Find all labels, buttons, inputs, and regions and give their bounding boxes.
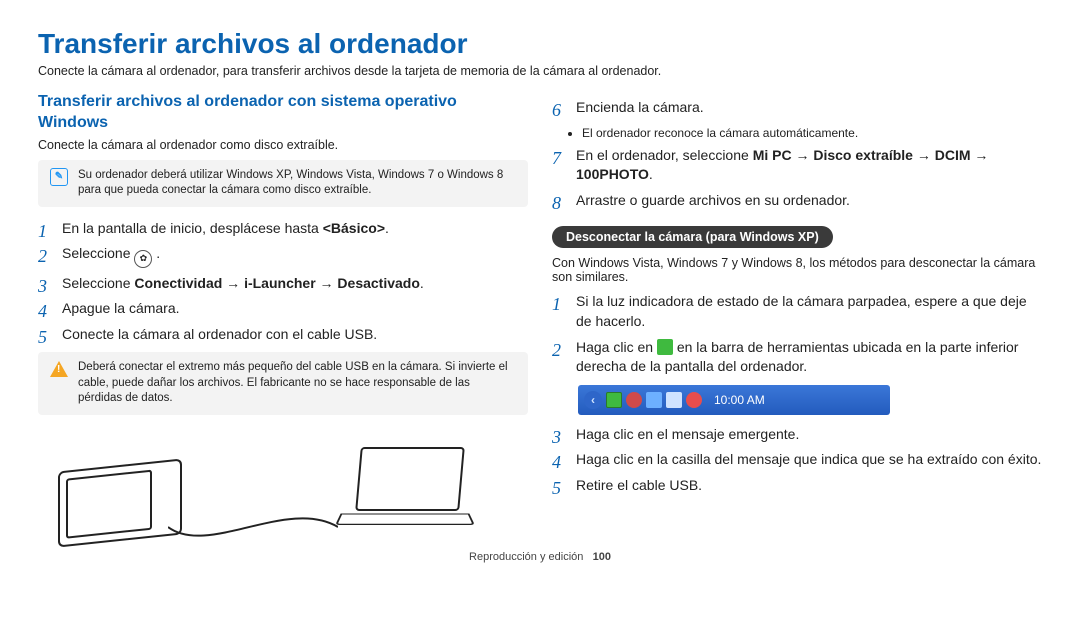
step-item: En el ordenador, seleccione Mi PC → Disc… xyxy=(552,146,1042,185)
disconnect-paragraph: Con Windows Vista, Windows 7 y Windows 8… xyxy=(552,256,1042,284)
sound-tray-icon xyxy=(666,392,682,408)
step-item: Haga clic en la casilla del mensaje que … xyxy=(552,450,1042,470)
footer-section: Reproducción y edición xyxy=(469,551,583,563)
left-paragraph: Conecte la cámara al ordenador como disc… xyxy=(38,138,528,152)
step-item: Encienda la cámara. xyxy=(552,98,1042,118)
laptop-drawing xyxy=(338,447,468,533)
tray-expand-icon: ‹ xyxy=(584,391,602,409)
left-subtitle: Transferir archivos al ordenador con sis… xyxy=(38,92,528,134)
left-steps: En la pantalla de inicio, desplácese has… xyxy=(38,219,528,345)
step-item: Si la luz indicadora de estado de la cám… xyxy=(552,292,1042,331)
list-item: El ordenador reconoce la cámara automáti… xyxy=(582,126,1042,140)
right-steps-continue-2: En el ordenador, seleccione Mi PC → Disc… xyxy=(552,146,1042,211)
taskbar-clock: 10:00 AM xyxy=(714,393,765,407)
step-item: Retire el cable USB. xyxy=(552,476,1042,496)
right-column: Encienda la cámara. El ordenador reconoc… xyxy=(552,92,1042,547)
manual-page: Transferir archivos al ordenador Conecte… xyxy=(0,0,1080,573)
step-item: Haga clic en en la barra de herramientas… xyxy=(552,338,1042,377)
windows-taskbar-illustration: ‹ 10:00 AM xyxy=(578,385,890,415)
safe-remove-icon xyxy=(657,339,673,355)
usb-connection-illustration xyxy=(58,427,528,547)
info-note-text: Su ordenador deberá utilizar Windows XP,… xyxy=(78,168,516,199)
step-item: Apague la cámara. xyxy=(38,299,528,319)
monitor-tray-icon xyxy=(646,392,662,408)
step-item: Conecte la cámara al ordenador con el ca… xyxy=(38,325,528,345)
settings-wheel-icon: ✿ xyxy=(134,250,152,268)
safe-remove-tray-icon xyxy=(606,392,622,408)
step-item: Haga clic en el mensaje emergente. xyxy=(552,425,1042,445)
shield-tray-icon xyxy=(626,392,642,408)
disconnect-steps: Si la luz indicadora de estado de la cám… xyxy=(552,292,1042,376)
usb-cable-drawing xyxy=(168,507,338,547)
camera-drawing xyxy=(58,458,182,547)
warning-note: Deberá conectar el extremo más pequeño d… xyxy=(38,352,528,415)
step-item: Seleccione ✿ . xyxy=(38,244,528,267)
page-footer: Reproducción y edición 100 xyxy=(38,551,1042,563)
warning-note-text: Deberá conectar el extremo más pequeño d… xyxy=(78,360,516,407)
disconnect-steps-2: Haga clic en el mensaje emergente. Haga … xyxy=(552,425,1042,496)
step6-sublist: El ordenador reconoce la cámara automáti… xyxy=(582,126,1042,140)
page-title: Transferir archivos al ordenador xyxy=(38,28,1042,60)
warning-icon xyxy=(50,360,68,378)
info-note: ✎ Su ordenador deberá utilizar Windows X… xyxy=(38,160,528,207)
step-item: En la pantalla de inicio, desplácese has… xyxy=(38,219,528,239)
network-tray-icon xyxy=(686,392,702,408)
footer-page-number: 100 xyxy=(593,551,611,563)
info-icon: ✎ xyxy=(50,168,68,186)
left-column: Transferir archivos al ordenador con sis… xyxy=(38,92,528,547)
page-intro: Conecte la cámara al ordenador, para tra… xyxy=(38,64,1042,78)
right-steps-continue: Encienda la cámara. xyxy=(552,98,1042,118)
disconnect-heading-pill: Desconectar la cámara (para Windows XP) xyxy=(552,226,833,248)
step-item: Arrastre o guarde archivos en su ordenad… xyxy=(552,191,1042,211)
step-item: Seleccione Conectividad → i-Launcher → D… xyxy=(38,274,528,294)
